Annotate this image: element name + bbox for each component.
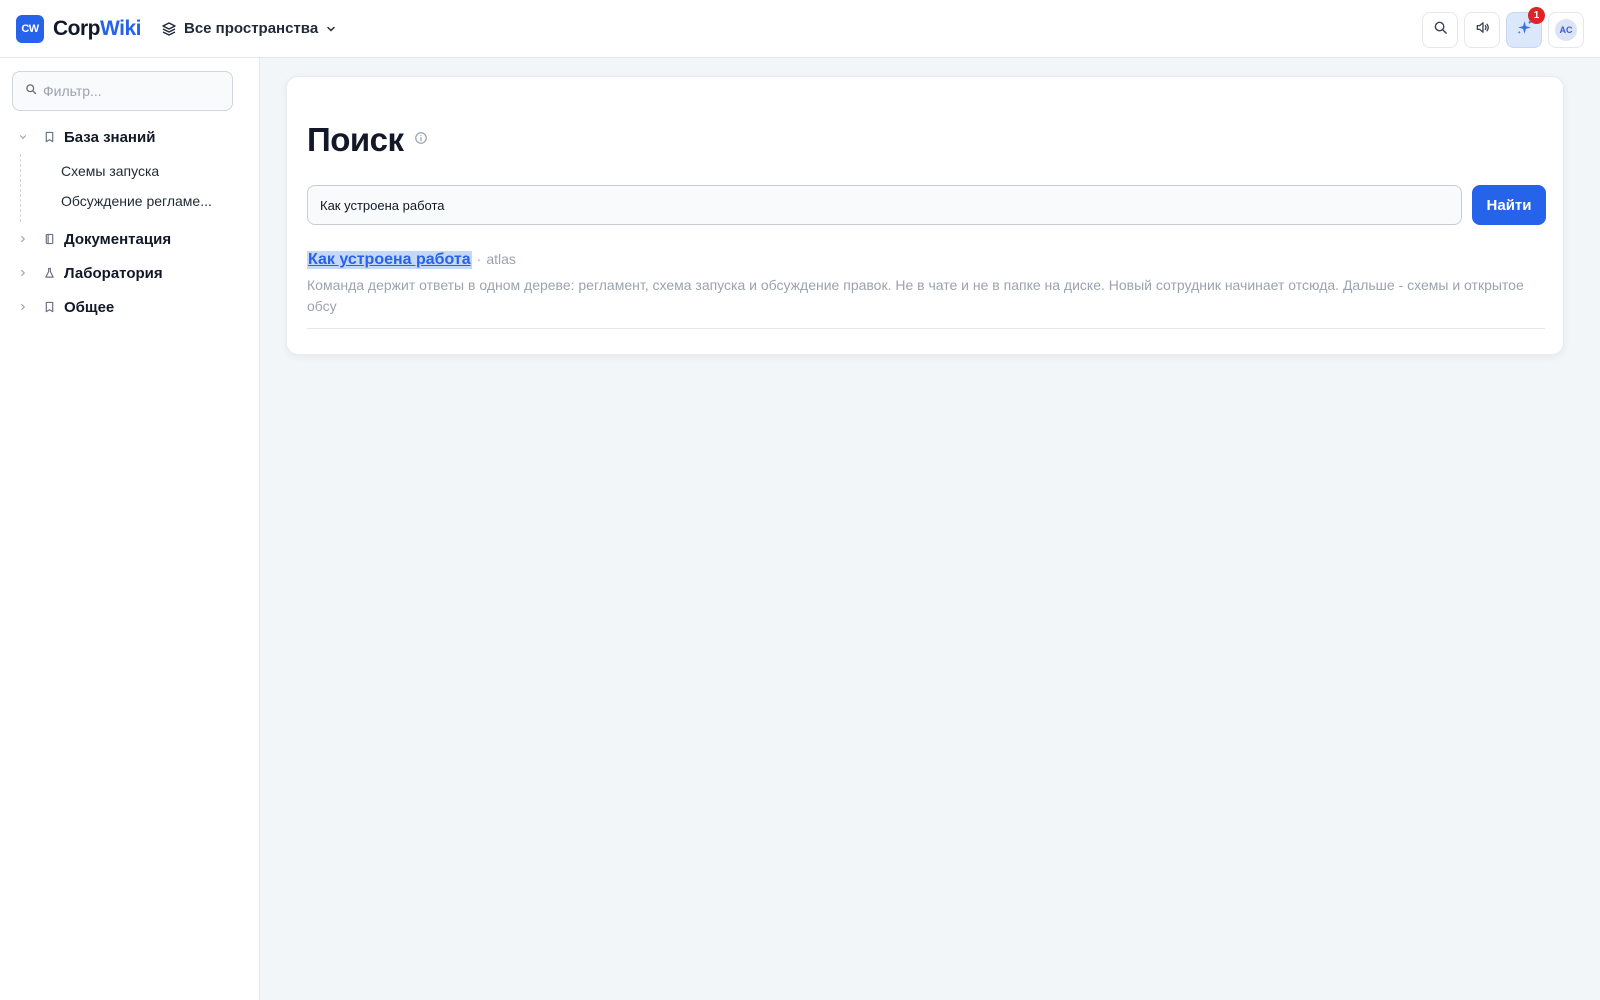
sidebar: База знаний Схемы запуска Обсуждение рег… [0,58,260,1000]
search-card: Поиск Найти Как устроена работа · atlas … [286,76,1564,355]
page-header: Поиск [307,121,428,159]
search-button[interactable] [1422,12,1458,48]
space-tree: База знаний Схемы запуска Обсуждение рег… [0,120,260,324]
document-icon [44,233,56,245]
find-button[interactable]: Найти [1472,185,1546,225]
search-icon [1433,20,1448,40]
header-actions: 1 AC [1422,7,1584,48]
tree-item-documentation[interactable]: Документация [0,222,260,256]
tree-item-laboratory[interactable]: Лаборатория [0,256,260,290]
top-bar: CW CorpWiki Все пространства 1 AC [0,0,1600,58]
search-result: Как устроена работа · atlas Команда держ… [307,251,1545,329]
result-header: Как устроена работа · atlas [307,251,1545,269]
result-space: atlas [486,251,516,267]
chevron-down-icon[interactable] [18,132,30,142]
result-title-link[interactable]: Как устроена работа [307,251,472,269]
tree-item-label: Общее [64,298,115,316]
page-title: Поиск [307,121,404,158]
tree-item-label: Документация [64,230,172,248]
result-separator: · [476,251,482,267]
speaker-icon [1475,20,1490,40]
result-snippet: Команда держит ответы в одном дереве: ре… [307,277,1524,314]
tree-children: Схемы запуска Обсуждение регламе... [20,154,260,222]
search-icon [25,82,37,100]
logo-text-wiki: Wiki [100,16,141,40]
tree-item-knowledge-base[interactable]: База знаний [0,120,260,154]
layers-icon [161,21,177,37]
avatar: AC [1555,19,1577,41]
tree-item-launch-schemes[interactable]: Схемы запуска [21,156,260,186]
chevron-right-icon[interactable] [18,302,30,312]
sparkles-icon [1516,19,1533,41]
chevron-down-icon [325,23,337,35]
search-form: Найти [307,185,1546,225]
flask-icon [44,267,56,279]
tree-item-label: Лаборатория [64,264,163,282]
sidebar-filter [12,71,233,111]
ai-assistant-button[interactable]: 1 [1506,7,1545,48]
user-menu-button[interactable]: AC [1548,12,1584,48]
notification-badge: 1 [1528,7,1545,24]
book-icon [44,131,56,143]
filter-input[interactable] [43,83,213,99]
app-logo[interactable]: CorpWiki [53,17,141,41]
logo-badge[interactable]: CW [16,14,44,43]
tree-item-label: Обсуждение регламе... [61,193,212,209]
divider [307,328,1545,329]
chevron-right-icon[interactable] [18,234,30,244]
search-input[interactable] [307,185,1462,225]
space-switcher-label: Все пространства [183,20,319,37]
chevron-right-icon[interactable] [18,268,30,278]
book-icon [44,301,56,313]
tree-item-label: База знаний [64,128,156,146]
logo-text-corp: Corp [53,16,101,40]
space-switcher[interactable]: Все пространства [161,20,337,37]
speaker-button[interactable] [1464,12,1500,48]
tree-item-general[interactable]: Общее [0,290,260,324]
tree-item-regulation-discussion[interactable]: Обсуждение регламе... [21,186,260,216]
tree-item-label: Схемы запуска [61,163,160,179]
info-icon[interactable] [414,131,428,150]
